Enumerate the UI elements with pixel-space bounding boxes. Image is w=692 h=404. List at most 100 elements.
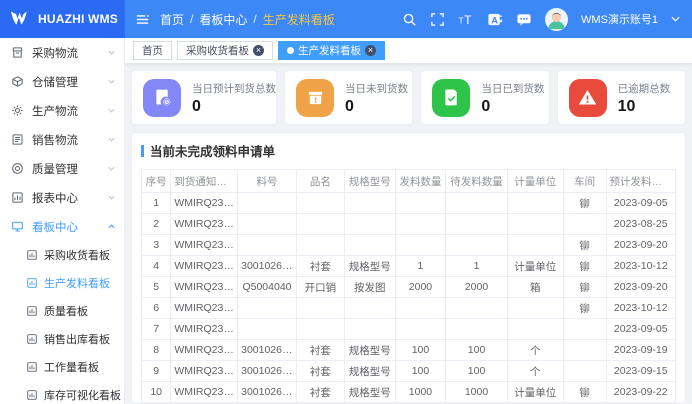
user-name[interactable]: WMS演示账号1 <box>581 11 658 27</box>
panel-title: 当前未完成领料申请单 <box>150 141 275 160</box>
logo[interactable]: HUAZHI WMS <box>0 0 125 38</box>
cell-r10-c5: 1000 <box>395 382 446 403</box>
cell-r10-c4: 规格型号 <box>344 382 395 403</box>
cell-r9-c7: 个 <box>507 361 563 382</box>
chevron-down-icon <box>107 48 116 57</box>
sidebar-subitem-label: 生产发料看板 <box>44 275 110 291</box>
cell-r2-c6 <box>446 214 507 235</box>
close-tab-icon[interactable]: × <box>365 45 376 56</box>
cell-r9-c8 <box>563 361 606 382</box>
breadcrumb-separator: / <box>253 12 256 26</box>
cell-r10-c9: 2023-09-22 <box>606 382 675 403</box>
dashboard-icon <box>11 220 25 234</box>
cell-r9-c9: 2023-09-15 <box>606 361 675 382</box>
column-header-5: 发料数量 <box>395 170 446 193</box>
search-icon[interactable] <box>402 12 417 27</box>
kanban-icon <box>26 389 38 401</box>
cell-r6-c6 <box>446 298 507 319</box>
stat-card-info: 当日未到货数0 <box>345 81 408 115</box>
tab-2[interactable]: 生产发料看板× <box>278 41 385 60</box>
cell-r1-c2 <box>238 193 297 214</box>
cell-r1-c8: 铆 <box>563 193 606 214</box>
chevron-down-icon <box>107 193 116 202</box>
sidebar-item-5[interactable]: 报表中心 <box>0 183 124 212</box>
cell-r5-c9: 2023-09-20 <box>606 277 675 298</box>
sidebar-toggle-icon[interactable] <box>135 12 150 27</box>
cell-r4-c6: 1 <box>446 256 507 277</box>
kanban-icon <box>26 361 38 373</box>
stat-card-1: 当日未到货数0 <box>284 70 413 125</box>
table-header-row: 序号到货通知单号料号品名规格型号发料数量待发料数量计量单位车间预计发料日期 <box>142 170 676 193</box>
cell-r1-c0: 1 <box>142 193 171 214</box>
tab-bar: 首页采购收货看板× 生产发料看板× <box>125 38 692 64</box>
breadcrumb-item[interactable]: 生产发料看板 <box>263 11 335 28</box>
sidebar-subitem-1[interactable]: 生产发料看板 <box>0 269 124 297</box>
tab-1[interactable]: 采购收货看板× <box>177 41 273 60</box>
cell-r2-c8 <box>563 214 606 235</box>
fullscreen-icon[interactable] <box>430 12 445 27</box>
top-header: HUAZHI WMS 首页/看板中心/生产发料看板 TT A <box>0 0 692 38</box>
cell-r10-c1: WMIRQ2309... <box>171 382 238 403</box>
breadcrumb-item[interactable]: 看板中心 <box>199 11 247 28</box>
cell-r4-c9: 2023-10-12 <box>606 256 675 277</box>
sidebar-item-2[interactable]: 生产物流 <box>0 96 124 125</box>
sidebar-item-0[interactable]: 采购物流 <box>0 38 124 67</box>
chevron-down-icon[interactable] <box>671 16 680 22</box>
cell-r5-c4: 按发图 <box>344 277 395 298</box>
svg-text:T: T <box>459 15 464 25</box>
sidebar-subitem-3[interactable]: 销售出库看板 <box>0 325 124 353</box>
kanban-icon <box>26 249 38 261</box>
breadcrumb: 首页/看板中心/生产发料看板 <box>160 11 335 28</box>
sidebar-item-6[interactable]: 看板中心 <box>0 212 124 241</box>
cell-r5-c5: 2000 <box>395 277 446 298</box>
message-icon[interactable] <box>516 12 532 27</box>
sidebar-item-3[interactable]: 销售物流 <box>0 125 124 154</box>
purchase-icon <box>11 46 25 60</box>
storage-icon <box>11 75 25 89</box>
font-size-icon[interactable]: TT <box>458 12 474 27</box>
cell-r4-c3: 衬套 <box>296 256 344 277</box>
stat-card-label: 已逾期总数 <box>618 81 671 96</box>
cell-r5-c8: 铆 <box>563 277 606 298</box>
sidebar-item-1[interactable]: 仓储管理 <box>0 67 124 96</box>
sidebar-subitem-0[interactable]: 采购收货看板 <box>0 241 124 269</box>
cell-r3-c7 <box>507 235 563 256</box>
chevron-up-icon <box>107 222 116 231</box>
sidebar-item-label: 生产物流 <box>32 103 78 119</box>
stat-card-value: 0 <box>481 99 544 115</box>
cell-r5-c0: 5 <box>142 277 171 298</box>
cell-r2-c7 <box>507 214 563 235</box>
cell-r8-c8 <box>563 340 606 361</box>
column-header-6: 待发料数量 <box>446 170 507 193</box>
cell-r2-c2 <box>238 214 297 235</box>
sales-icon <box>11 133 25 147</box>
sidebar-item-4[interactable]: 质量管理 <box>0 154 124 183</box>
cell-r10-c2: 3001026-Q3... <box>238 382 297 403</box>
cell-r2-c5 <box>395 214 446 235</box>
breadcrumb-item[interactable]: 首页 <box>160 11 184 28</box>
panel-title-row: 当前未完成领料申请单 <box>141 141 676 160</box>
sidebar-subitem-4[interactable]: 工作量看板 <box>0 353 124 381</box>
cell-r7-c0: 7 <box>142 319 171 340</box>
column-header-7: 计量单位 <box>507 170 563 193</box>
cell-r2-c9: 2023-08-25 <box>606 214 675 235</box>
app-root: HUAZHI WMS 首页/看板中心/生产发料看板 TT A <box>0 0 692 404</box>
translate-icon[interactable]: A <box>487 12 503 27</box>
sidebar-subitem-5[interactable]: 库存可视化看板 <box>0 381 124 404</box>
sidebar-subitem-label: 采购收货看板 <box>44 247 110 263</box>
cell-r7-c7 <box>507 319 563 340</box>
tab-0[interactable]: 首页 <box>133 41 172 60</box>
cell-r4-c1: WMIRQ2310... <box>171 256 238 277</box>
table-row: 1WMIRQ2309...铆2023-09-05 <box>142 193 676 214</box>
stat-card-label: 当日已到货数 <box>481 81 544 96</box>
cell-r6-c2 <box>238 298 297 319</box>
avatar[interactable] <box>545 8 568 31</box>
quality-icon <box>11 162 25 176</box>
cell-r1-c7 <box>507 193 563 214</box>
cell-r7-c6 <box>446 319 507 340</box>
close-tab-icon[interactable]: × <box>253 45 264 56</box>
chevron-down-icon <box>107 77 116 86</box>
sidebar-subitem-2[interactable]: 质量看板 <box>0 297 124 325</box>
sidebar-item-label: 报表中心 <box>32 190 78 206</box>
cell-r9-c4: 规格型号 <box>344 361 395 382</box>
